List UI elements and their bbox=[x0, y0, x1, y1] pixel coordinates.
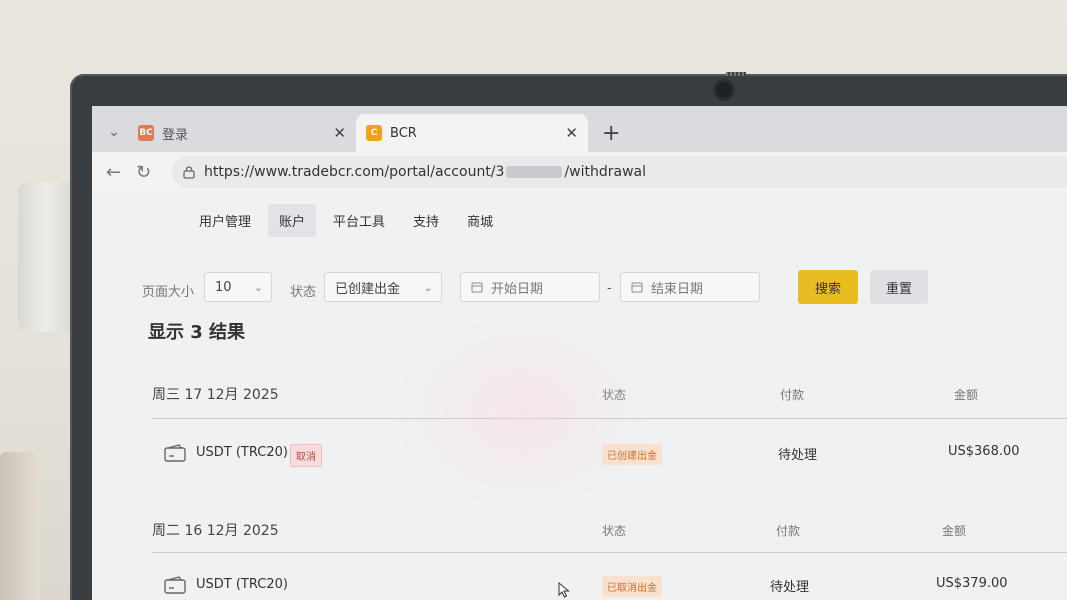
address-row: ← ↻ https://www.tradebcr.com/portal/acco… bbox=[92, 152, 1067, 192]
status-select[interactable]: 已创建出金 ⌄ bbox=[324, 272, 442, 302]
table-row[interactable]: USDT (TRC20) 已取消出金 待处理 US$379.00 bbox=[164, 574, 1067, 600]
start-date-placeholder: 开始日期 bbox=[491, 281, 544, 297]
nav-item-support[interactable]: 支持 bbox=[402, 204, 450, 237]
column-status: 状态 bbox=[602, 524, 627, 538]
status-badge: 已取消出金 bbox=[602, 576, 662, 597]
nav-item-platform-tools[interactable]: 平台工具 bbox=[322, 204, 396, 237]
top-navigation: 用户管理 账户 平台工具 支持 商城 bbox=[188, 204, 504, 237]
filter-bar: 页面大小 10 ⌄ 状态 已创建出金 ⌄ 开始日期 - 结束日期 搜索 重置 bbox=[142, 270, 1067, 306]
back-arrow-icon[interactable]: ← bbox=[106, 162, 136, 183]
page-size-label: 页面大小 bbox=[142, 285, 195, 300]
mouse-cursor-icon bbox=[558, 582, 570, 598]
payment-status: 待处理 bbox=[778, 448, 818, 463]
start-date-input[interactable]: 开始日期 bbox=[460, 272, 600, 302]
group-date: 周二 16 12月 2025 bbox=[152, 523, 279, 539]
group-header: 周二 16 12月 2025 状态 付款 金额 bbox=[152, 520, 1067, 550]
chevron-down-icon: ⌄ bbox=[253, 280, 263, 294]
payment-method: USDT (TRC20) bbox=[196, 577, 288, 592]
screen: ⌄ BC 登录 ✕ C BCR ✕ + ← ↻ https://www.trad… bbox=[92, 106, 1067, 600]
reset-button[interactable]: 重置 bbox=[870, 270, 928, 304]
tab-label: 登录 bbox=[162, 127, 189, 143]
page-size-value: 10 bbox=[215, 279, 232, 295]
payment-method: USDT (TRC20) bbox=[196, 445, 288, 460]
cancel-button[interactable]: 取消 bbox=[290, 444, 322, 467]
bcr-favicon-icon: C bbox=[366, 125, 382, 141]
date-separator: - bbox=[607, 281, 612, 296]
divider bbox=[152, 418, 1067, 419]
calendar-icon bbox=[631, 282, 643, 293]
redacted-account-id bbox=[506, 166, 563, 178]
calendar-icon bbox=[471, 282, 483, 293]
status-badge: 已创建出金 bbox=[602, 444, 662, 465]
column-payment: 付款 bbox=[776, 524, 801, 538]
nav-item-store[interactable]: 商城 bbox=[456, 204, 504, 237]
tab-list-chevron-icon[interactable]: ⌄ bbox=[100, 112, 128, 152]
browser-tab-bar: ⌄ BC 登录 ✕ C BCR ✕ + bbox=[92, 106, 1067, 152]
url-suffix: /withdrawal bbox=[564, 164, 646, 180]
close-icon[interactable]: ✕ bbox=[565, 124, 578, 142]
column-amount: 金额 bbox=[942, 524, 967, 538]
url-prefix: https://www.tradebcr.com/portal/account/… bbox=[204, 164, 505, 180]
close-icon[interactable]: ✕ bbox=[333, 124, 346, 142]
page-size-select[interactable]: 10 ⌄ bbox=[204, 272, 272, 302]
reload-icon[interactable]: ↻ bbox=[136, 162, 166, 183]
new-tab-plus-icon[interactable]: + bbox=[602, 114, 620, 152]
tab-login[interactable]: BC 登录 ✕ bbox=[128, 114, 356, 152]
amount: US$379.00 bbox=[936, 576, 1008, 591]
payment-status: 待处理 bbox=[770, 580, 810, 595]
status-label: 状态 bbox=[290, 285, 317, 300]
login-favicon-icon: BC bbox=[138, 125, 154, 141]
group-date: 周三 17 12月 2025 bbox=[152, 387, 279, 403]
search-button[interactable]: 搜索 bbox=[798, 270, 858, 304]
status-value: 已创建出金 bbox=[335, 281, 401, 297]
end-date-input[interactable]: 结束日期 bbox=[620, 272, 760, 302]
table-row[interactable]: USDT (TRC20) 取消 已创建出金 待处理 US$368.00 bbox=[164, 442, 1067, 472]
nav-item-account[interactable]: 账户 bbox=[268, 204, 317, 237]
end-date-placeholder: 结束日期 bbox=[651, 281, 704, 297]
withdrawal-page: 用户管理 账户 平台工具 支持 商城 页面大小 10 ⌄ 状态 已创建出金 ⌄ bbox=[92, 192, 1067, 600]
webcam-icon bbox=[716, 82, 732, 98]
wallet-icon bbox=[164, 576, 186, 594]
results-title: 显示 3 结果 bbox=[148, 322, 246, 343]
nav-item-user-management[interactable]: 用户管理 bbox=[188, 204, 262, 237]
tab-bcr[interactable]: C BCR ✕ bbox=[356, 114, 588, 152]
tab-label: BCR bbox=[390, 125, 417, 141]
group-header: 周三 17 12月 2025 状态 付款 金额 bbox=[152, 384, 1067, 414]
camera-shutter bbox=[726, 72, 746, 76]
url-bar[interactable]: https://www.tradebcr.com/portal/account/… bbox=[172, 156, 1067, 188]
site-info-icon[interactable] bbox=[182, 165, 196, 179]
divider bbox=[152, 552, 1067, 553]
wallet-icon bbox=[164, 444, 186, 462]
column-payment: 付款 bbox=[780, 388, 805, 402]
side-object bbox=[0, 452, 40, 600]
amount: US$368.00 bbox=[948, 444, 1020, 459]
column-status: 状态 bbox=[602, 388, 627, 402]
column-amount: 金额 bbox=[954, 388, 979, 402]
chevron-down-icon: ⌄ bbox=[423, 280, 433, 294]
